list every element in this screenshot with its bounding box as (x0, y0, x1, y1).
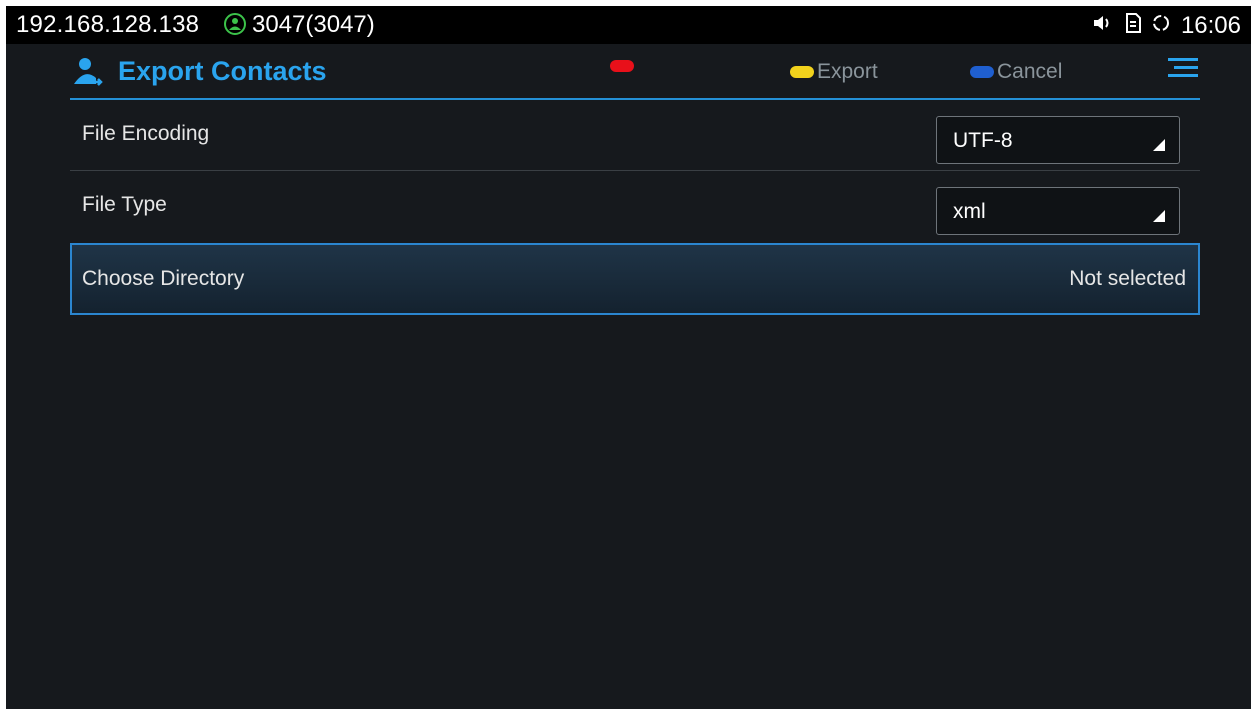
export-button[interactable]: Export (790, 60, 878, 84)
directory-value: Not selected (1069, 267, 1186, 290)
ip-address: 192.168.128.138 (16, 11, 200, 38)
file-encoding-row: File Encoding UTF-8 (70, 100, 1200, 172)
cancel-button[interactable]: Cancel (970, 60, 1062, 84)
blue-key-icon (970, 66, 994, 78)
yellow-key-icon (790, 66, 814, 78)
contact-export-icon (72, 56, 104, 88)
sync-icon (1151, 12, 1171, 40)
sd-card-icon (1125, 12, 1141, 40)
red-softkey[interactable] (610, 60, 637, 72)
clock: 16:06 (1180, 12, 1241, 39)
file-type-label: File Type (82, 193, 167, 216)
app-header: Export Contacts Export Cancel (70, 46, 1200, 98)
dropdown-arrow-icon (1153, 139, 1165, 151)
account-icon (224, 13, 246, 35)
menu-icon[interactable] (1168, 58, 1198, 84)
file-type-select[interactable]: xml (936, 187, 1180, 235)
dropdown-arrow-icon (1153, 210, 1165, 222)
page-title: Export Contacts (118, 56, 327, 86)
file-encoding-value: UTF-8 (953, 129, 1013, 152)
export-label: Export (817, 60, 878, 83)
red-key-icon (610, 60, 634, 72)
file-encoding-select[interactable]: UTF-8 (936, 116, 1180, 164)
file-type-row: File Type xml (70, 171, 1200, 243)
choose-directory-row[interactable]: Choose Directory Not selected (70, 243, 1200, 315)
volume-icon (1093, 12, 1115, 40)
choose-directory-label: Choose Directory (82, 267, 245, 290)
cancel-label: Cancel (997, 60, 1063, 83)
file-type-value: xml (953, 200, 986, 223)
account-label: 3047(3047) (252, 11, 375, 38)
file-encoding-label: File Encoding (82, 122, 210, 145)
phone-screen: 192.168.128.138 3047(3047) 16:06 Export … (6, 6, 1251, 709)
status-bar: 192.168.128.138 3047(3047) 16:06 (6, 6, 1251, 44)
